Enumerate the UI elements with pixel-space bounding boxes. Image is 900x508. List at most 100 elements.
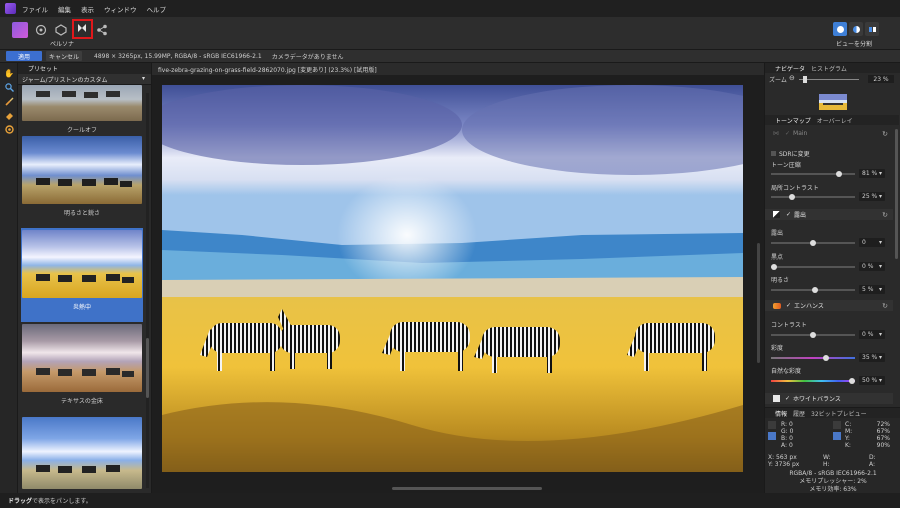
contrast-label: コントラスト xyxy=(771,322,807,329)
cursor-icon[interactable] xyxy=(768,432,776,440)
reset-icon[interactable]: ↻ xyxy=(882,211,888,219)
menu-help[interactable]: ヘルプ xyxy=(147,4,167,14)
cursor-icon[interactable] xyxy=(833,432,841,440)
tone-compression-value[interactable]: 81 % ▾ xyxy=(859,169,885,178)
eraser-tool-icon[interactable] xyxy=(3,109,15,121)
menu-file[interactable]: ファイル xyxy=(22,4,48,14)
sdr-checkbox-row[interactable]: SDRに変更 xyxy=(771,149,810,158)
canvas-vertical-scrollbar[interactable] xyxy=(757,243,760,363)
preset-item[interactable]: 明るさと鋭さ xyxy=(21,136,143,217)
value-text: 25 % xyxy=(862,193,878,200)
exposure-section-header[interactable]: ✓ 露出 xyxy=(765,209,893,220)
export-persona-icon[interactable] xyxy=(94,22,110,38)
image-canvas[interactable] xyxy=(162,85,743,472)
presets-header: プリセット xyxy=(18,63,151,74)
tab-info[interactable]: 情報 xyxy=(775,409,787,418)
mask-tool-icon[interactable] xyxy=(3,123,15,135)
zoom-out-icon[interactable]: ⊖ xyxy=(789,74,795,82)
exposure-value[interactable]: 0 ▾ xyxy=(859,238,885,247)
zoom-tool-icon[interactable] xyxy=(3,81,15,93)
canvas-horizontal-scrollbar[interactable] xyxy=(392,487,542,490)
tab-history[interactable]: 履歴 xyxy=(793,409,805,418)
adjust-scrollbar[interactable] xyxy=(895,129,898,259)
slider-knob[interactable] xyxy=(823,355,830,361)
m-value: 67% xyxy=(876,428,890,435)
y-value: 67% xyxy=(876,435,890,442)
brush-tool-icon[interactable] xyxy=(3,95,15,107)
enhance-section-header[interactable]: ✓ エンハンス xyxy=(765,300,893,311)
slider-knob[interactable] xyxy=(849,378,855,384)
zoom-label: ズーム xyxy=(769,76,787,84)
presets-scrollbar-thumb[interactable] xyxy=(146,338,149,398)
eyedropper-icon[interactable] xyxy=(768,421,776,429)
slider-knob[interactable] xyxy=(836,171,843,177)
preset-thumbnail xyxy=(22,230,142,298)
tab-tonemap[interactable]: トーンマップ xyxy=(775,116,811,125)
document-tab[interactable]: five-zebra-grazing-on-grass-field-286207… xyxy=(152,63,764,75)
main-section-header[interactable]: ⋈ ✓ Main xyxy=(765,128,893,139)
slider-knob[interactable] xyxy=(811,287,818,293)
saturation-slider[interactable] xyxy=(771,355,855,361)
contrast-value[interactable]: 0 % ▾ xyxy=(859,330,885,339)
preset-item[interactable] xyxy=(21,417,143,489)
black-point-value[interactable]: 0 % ▾ xyxy=(859,262,885,271)
preset-thumbnail xyxy=(22,85,142,121)
hand-tool-icon[interactable]: ✋ xyxy=(3,67,15,79)
reset-icon[interactable]: ↻ xyxy=(882,302,888,310)
presets-scrollbar[interactable] xyxy=(146,93,149,488)
slider-knob[interactable] xyxy=(789,194,795,200)
liquify-persona-icon[interactable] xyxy=(33,22,49,38)
local-contrast-value[interactable]: 25 % ▾ xyxy=(859,192,885,201)
tone-compression-slider[interactable] xyxy=(771,171,855,177)
distance-readout: D: A: xyxy=(869,454,876,468)
tab-32bit-preview[interactable]: 32ビットプレビュー xyxy=(811,409,867,418)
black-point-slider[interactable] xyxy=(771,264,855,270)
b-label: B: xyxy=(781,435,788,442)
sdr-checkbox[interactable] xyxy=(771,151,776,156)
zoom-slider[interactable] xyxy=(799,76,859,83)
tone-mapping-persona-icon[interactable] xyxy=(74,20,90,36)
reset-icon[interactable]: ↻ xyxy=(882,130,888,138)
tab-overlay[interactable]: オーバーレイ xyxy=(817,116,853,125)
local-contrast-slider[interactable] xyxy=(771,194,855,200)
preset-item-selected[interactable]: 炎熱中 xyxy=(21,228,143,322)
zebra-photo xyxy=(162,85,743,472)
preset-item[interactable]: クールオフ xyxy=(21,85,143,134)
preset-thumbnail xyxy=(22,324,142,392)
slider-knob[interactable] xyxy=(771,264,777,270)
photo-persona-icon[interactable] xyxy=(12,22,28,38)
vibrance-value[interactable]: 50 % ▾ xyxy=(859,376,885,385)
slider-knob[interactable] xyxy=(810,332,816,338)
preset-item[interactable]: テキサスの金床 xyxy=(21,324,143,405)
tab-navigator[interactable]: ナビゲータ xyxy=(775,64,805,73)
saturation-label: 彩度 xyxy=(771,345,784,352)
info-tabs: 情報 履歴 32ビットプレビュー xyxy=(765,408,900,418)
c-label: C: xyxy=(845,421,852,428)
menu-window[interactable]: ウィンドウ xyxy=(104,4,137,14)
exposure-icon xyxy=(773,211,780,218)
slider-knob[interactable] xyxy=(810,240,816,246)
contrast-slider[interactable] xyxy=(771,332,855,338)
r-label: R: xyxy=(781,421,788,428)
exposure-slider[interactable] xyxy=(771,240,855,246)
split-view-icon[interactable] xyxy=(849,22,863,36)
develop-persona-icon[interactable] xyxy=(53,22,69,38)
preset-category-select[interactable]: ジャーム/プリストンのカスタム ▾ xyxy=(18,74,151,85)
mirror-view-icon[interactable] xyxy=(865,22,879,36)
brightness-value[interactable]: 5 % ▾ xyxy=(859,285,885,294)
brightness-slider[interactable] xyxy=(771,287,855,293)
menu-edit[interactable]: 編集 xyxy=(58,4,71,14)
navigator-preview[interactable] xyxy=(819,94,847,110)
vibrance-slider[interactable] xyxy=(771,378,855,384)
apply-button[interactable]: 適用 xyxy=(6,51,42,61)
single-view-icon[interactable] xyxy=(833,22,847,36)
saturation-value[interactable]: 35 % ▾ xyxy=(859,353,885,362)
cancel-button[interactable]: キャンセル xyxy=(46,51,82,61)
tab-histogram[interactable]: ヒストグラム xyxy=(811,64,847,73)
menu-view[interactable]: 表示 xyxy=(81,4,94,14)
white-balance-section-header[interactable]: ✓ ホワイトバランス xyxy=(765,393,893,404)
vibrance-label: 自然な彩度 xyxy=(771,368,802,375)
eyedropper-icon[interactable] xyxy=(833,421,841,429)
zoom-slider-knob[interactable] xyxy=(803,76,807,83)
zoom-value[interactable]: 23 % xyxy=(868,75,894,83)
